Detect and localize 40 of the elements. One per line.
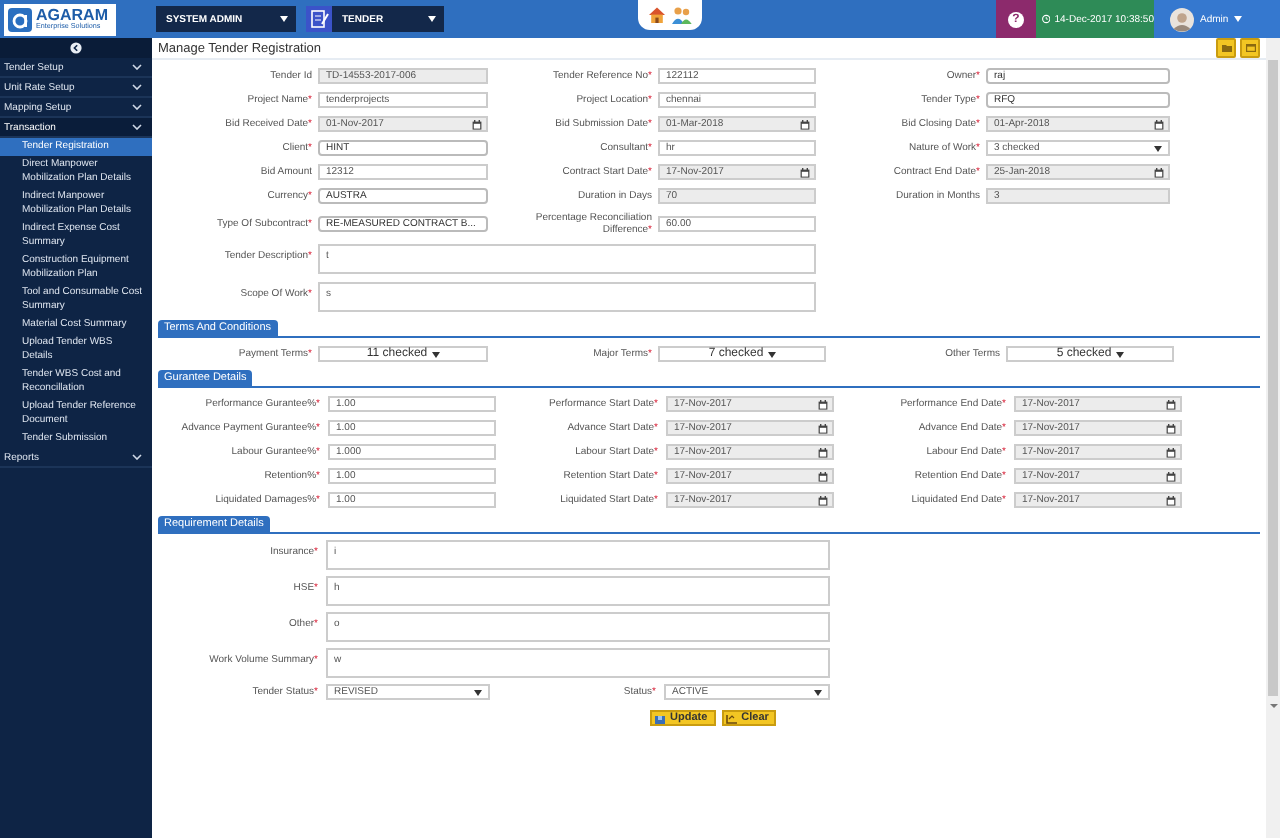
caret-icon xyxy=(1234,16,1243,22)
clock-icon xyxy=(1042,12,1051,26)
calendar-icon xyxy=(1166,471,1176,481)
calendar-icon xyxy=(1166,399,1176,409)
calendar-icon xyxy=(818,447,828,457)
people-icon xyxy=(672,6,692,24)
save-icon xyxy=(654,713,666,723)
vertical-scrollbar[interactable] xyxy=(1266,38,1280,838)
calendar-icon xyxy=(1154,167,1164,177)
caret-icon xyxy=(431,351,440,357)
caret-icon xyxy=(280,16,288,22)
calendar-icon xyxy=(1154,119,1164,129)
calendar-icon xyxy=(1166,423,1176,433)
document-icon xyxy=(306,6,332,32)
calendar-icon xyxy=(818,399,828,409)
caret-icon xyxy=(814,689,822,695)
avatar-icon xyxy=(1170,7,1194,31)
folder-icon[interactable] xyxy=(1216,38,1236,58)
logo-name: AGARAM xyxy=(36,7,108,24)
caret-icon xyxy=(1115,351,1124,357)
calendar-icon xyxy=(800,119,810,129)
calendar-icon xyxy=(1166,495,1176,505)
calendar-icon xyxy=(818,471,828,481)
home-icon xyxy=(648,6,666,24)
calendar-icon xyxy=(818,423,828,433)
chevron-icon xyxy=(132,64,142,70)
caret-icon xyxy=(474,689,482,695)
calendar-icon xyxy=(818,495,828,505)
caret-icon xyxy=(428,16,436,22)
calendar-icon xyxy=(1166,447,1176,457)
caret-icon xyxy=(767,351,776,357)
chevron-icon xyxy=(132,454,142,460)
caret-icon xyxy=(1154,145,1162,151)
chevron-icon xyxy=(132,124,142,130)
chevron-icon xyxy=(132,84,142,90)
collapse-icon xyxy=(70,42,82,54)
chevron-icon xyxy=(132,104,142,110)
calendar-icon xyxy=(472,119,482,129)
window-icon[interactable] xyxy=(1240,38,1260,58)
calendar-icon xyxy=(800,167,810,177)
